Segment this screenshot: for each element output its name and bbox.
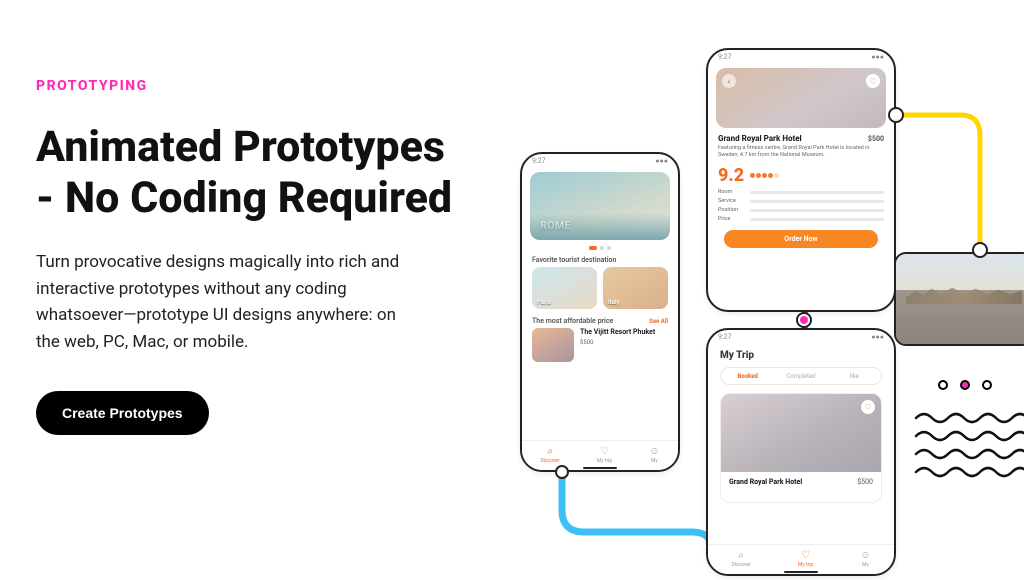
status-icons: ●●● — [871, 333, 884, 341]
trip-title: My Trip — [720, 350, 882, 361]
person-icon: ☺ — [649, 447, 659, 457]
list-item: The Vijitt Resort Phuket $500 — [532, 328, 668, 362]
param-price-label: Price — [718, 216, 744, 222]
connector-node — [972, 242, 988, 258]
heart-icon: ♡ — [866, 74, 880, 88]
detail-description: Featuring a fitness centre, Grand Royal … — [718, 145, 884, 159]
detail-hero-image: ‹ ♡ — [716, 68, 886, 128]
see-all-link: See All — [649, 318, 668, 325]
rating-stars — [750, 173, 779, 178]
status-bar: 9:27 ●●● — [522, 154, 678, 168]
tab-discover: ⌕Discover — [732, 551, 751, 568]
pager-dots — [522, 246, 678, 250]
trip-card-price: $500 — [857, 478, 873, 486]
hero-image: ROME Get out and stretch your imaginatio… — [530, 172, 670, 240]
connector-node — [796, 312, 812, 328]
tile-caption: Paris — [537, 299, 551, 306]
home-indicator — [583, 467, 617, 469]
mock-phone-mytrip: 9:27 ●●● My Trip Booked Completed like ♡… — [706, 328, 896, 576]
tab-my: ☺My — [860, 551, 870, 568]
detail-hotel-name: Grand Royal Park Hotel — [718, 134, 802, 143]
segment-booked: Booked — [721, 373, 774, 380]
mock-phone-discover: 9:27 ●●● ROME Get out and stretch your i… — [520, 152, 680, 472]
detail-hotel-price: $500 — [868, 135, 884, 143]
tab-bar: ⌕Discover ♡My trip ☺My — [708, 544, 894, 574]
trip-card-image: ♡ — [721, 394, 881, 472]
hotel-price: $500 — [580, 339, 655, 346]
tab-my: ☺My — [649, 447, 659, 464]
hero-title: ROME — [540, 219, 571, 232]
connector-node — [555, 465, 569, 479]
connector-node — [888, 107, 904, 123]
trip-card-name: Grand Royal Park Hotel — [729, 478, 802, 486]
trip-card: ♡ Grand Royal Park Hotel $500 — [720, 393, 882, 503]
create-prototypes-button[interactable]: Create Prototypes — [36, 391, 209, 435]
mock-phone-detail: 9:27 ●●● ‹ ♡ Grand Royal Park Hotel $500… — [706, 48, 896, 312]
status-bar: 9:27 ●●● — [708, 50, 894, 64]
eyebrow-label: PROTOTYPING — [36, 78, 466, 94]
section-affordable-label: The most affordable price — [532, 317, 613, 325]
heart-icon: ♡ — [861, 400, 875, 414]
tab-my-trip: ♡My trip — [597, 447, 612, 464]
order-now-button: Order Now — [724, 230, 878, 248]
hotel-thumb — [532, 328, 574, 362]
tab-discover: ⌕Discover — [541, 447, 560, 464]
param-position-label: Position — [718, 207, 744, 213]
search-icon: ⌕ — [547, 447, 553, 457]
destination-tile-italy: Italy — [603, 267, 668, 309]
back-icon: ‹ — [722, 74, 736, 88]
section-favorite-label: Favorite tourist destination — [532, 256, 668, 264]
floating-photo-card — [894, 252, 1024, 346]
status-time: 9:27 — [718, 53, 732, 61]
param-room-label: Room — [718, 189, 744, 195]
status-icons: ●●● — [871, 53, 884, 61]
hotel-name: The Vijitt Resort Phuket — [580, 328, 655, 336]
tab-bar: ⌕Discover ♡My trip ☺My — [522, 440, 678, 470]
rating-value: 9.2 — [718, 165, 744, 186]
heart-icon: ♡ — [801, 551, 810, 561]
illustration-stage: 9:27 ●●● ROME Get out and stretch your i… — [500, 40, 1020, 560]
param-service-label: Service — [718, 198, 744, 204]
destination-tile-paris: Paris — [532, 267, 597, 309]
status-icons: ●●● — [655, 157, 668, 165]
heart-icon: ♡ — [600, 447, 609, 457]
page-headline: Animated Prototypes - No Coding Required — [36, 122, 466, 223]
person-icon: ☺ — [860, 551, 870, 561]
tab-my-trip: ♡My trip — [798, 551, 813, 568]
segmented-control: Booked Completed like — [720, 367, 882, 385]
search-icon: ⌕ — [738, 551, 744, 561]
segment-like: like — [828, 373, 881, 380]
tile-caption: Italy — [608, 299, 620, 306]
page-subcopy: Turn provocative designs magically into … — [36, 249, 416, 354]
status-bar: 9:27 ●●● — [708, 330, 894, 344]
home-indicator — [784, 571, 818, 573]
status-time: 9:27 — [532, 157, 546, 165]
segment-completed: Completed — [774, 373, 827, 380]
status-time: 9:27 — [718, 333, 732, 341]
